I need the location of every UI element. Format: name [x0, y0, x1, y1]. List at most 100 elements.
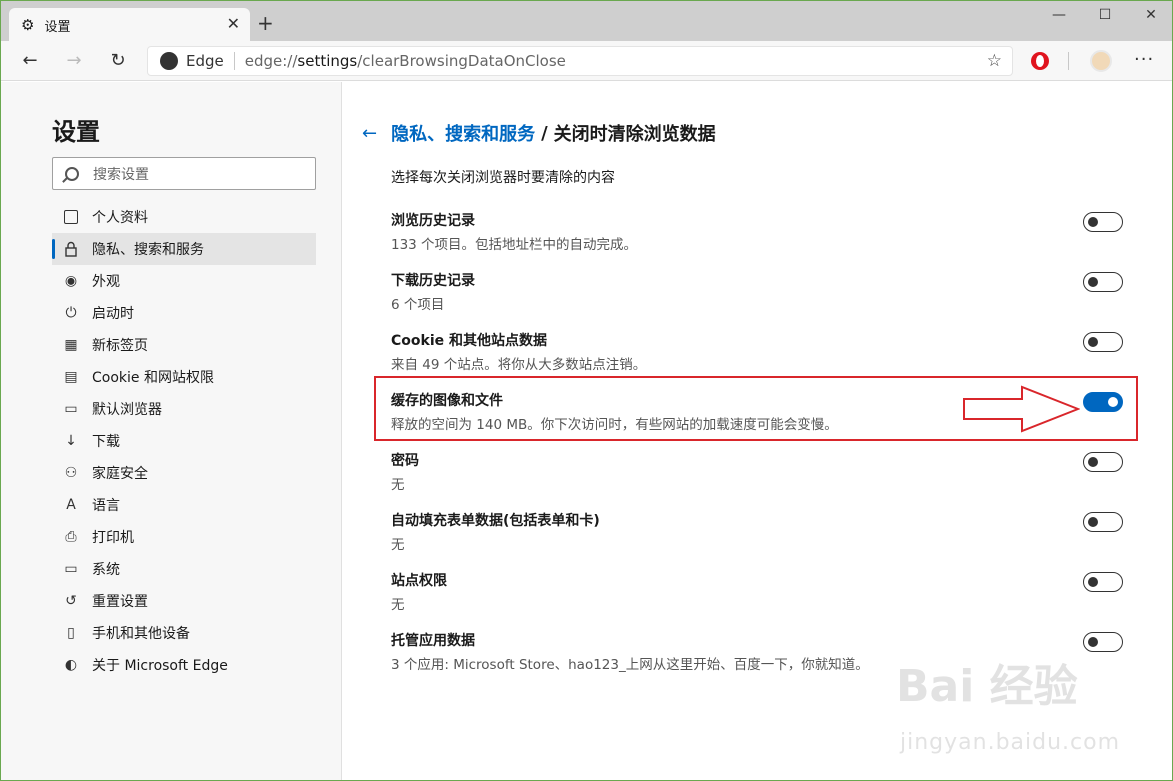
row-title: Cookie 和其他站点数据: [391, 333, 547, 349]
search-placeholder: 搜索设置: [93, 166, 149, 183]
toggle-switch[interactable]: [1083, 212, 1123, 232]
row-title: 密码: [391, 453, 419, 469]
close-window-button[interactable]: ✕: [1136, 7, 1166, 23]
system-icon: ▭: [64, 561, 78, 577]
row-subtitle: 133 个项目。包括地址栏中的自动完成。: [391, 237, 638, 253]
sidebar-item-label: 重置设置: [92, 594, 148, 610]
sidebar-item-label: 语言: [92, 498, 120, 514]
sidebar-item-label: 手机和其他设备: [92, 626, 190, 642]
address-bar[interactable]: Edge edge:// settings /clearBrowsingData…: [147, 46, 1013, 76]
phone-icon: ▯: [67, 625, 75, 641]
sidebar-item-about[interactable]: ◐ 关于 Microsoft Edge: [52, 649, 316, 681]
sidebar-item-label: 新标签页: [92, 338, 148, 354]
search-icon: [65, 166, 79, 181]
row-subtitle: 无: [391, 537, 405, 553]
new-tab-button[interactable]: +: [257, 13, 274, 33]
row-subtitle: 6 个项目: [391, 297, 445, 313]
maximize-button[interactable]: ☐: [1090, 7, 1120, 23]
sidebar-item-family[interactable]: ⚇ 家庭安全: [52, 457, 316, 489]
row-title: 站点权限: [391, 573, 447, 589]
tab-title: 设置: [44, 19, 71, 35]
setting-row-cookies: Cookie 和其他站点数据 来自 49 个站点。将你从大多数站点注销。: [391, 320, 1131, 380]
setting-row-autofill: 自动填充表单数据(包括表单和卡) 无: [391, 500, 1131, 560]
opera-extension-icon[interactable]: [1031, 52, 1049, 70]
row-title: 托管应用数据: [391, 633, 475, 649]
setting-row-browsing-history: 浏览历史记录 133 个项目。包括地址栏中的自动完成。: [391, 200, 1131, 260]
refresh-button[interactable]: ↻: [106, 51, 130, 71]
sidebar-item-label: 个人资料: [92, 210, 148, 226]
newtab-icon: ▦: [64, 337, 78, 353]
power-icon: ⏻: [65, 305, 77, 321]
toggle-switch[interactable]: [1083, 512, 1123, 532]
setting-row-site-permissions: 站点权限 无: [391, 560, 1131, 620]
lock-icon: [63, 241, 79, 257]
sidebar-item-downloads[interactable]: ↓ 下载: [52, 425, 316, 457]
toggle-switch[interactable]: [1083, 452, 1123, 472]
edge-icon: ◐: [64, 657, 78, 673]
back-arrow-icon[interactable]: ←: [362, 123, 377, 144]
url-path: /clearBrowsingDataOnClose: [357, 52, 566, 70]
row-title: 自动填充表单数据(包括表单和卡): [391, 513, 600, 529]
sidebar-item-label: 默认浏览器: [92, 402, 162, 418]
sidebar-item-profile[interactable]: 个人资料: [52, 201, 316, 233]
site-permissions-icon: ▤: [64, 369, 78, 385]
tab-settings[interactable]: ⚙ 设置 ✕: [9, 8, 250, 42]
row-subtitle: 来自 49 个站点。将你从大多数站点注销。: [391, 357, 647, 373]
annotation-arrow-icon: [963, 385, 1080, 433]
profile-icon: [63, 209, 79, 225]
tab-close-icon[interactable]: ✕: [227, 16, 240, 32]
sidebar-item-languages[interactable]: A 语言: [52, 489, 316, 521]
row-subtitle: 无: [391, 477, 405, 493]
back-button[interactable]: ←: [18, 51, 42, 71]
sidebar-item-reset[interactable]: ↺ 重置设置: [52, 585, 316, 617]
sidebar-item-privacy[interactable]: 隐私、搜索和服务: [52, 233, 316, 265]
sidebar-item-label: 系统: [92, 562, 120, 578]
sidebar-item-appearance[interactable]: ◉ 外观: [52, 265, 316, 297]
sidebar-item-label: 打印机: [92, 530, 134, 546]
search-input[interactable]: 搜索设置: [52, 157, 316, 190]
row-subtitle: 3 个应用: Microsoft Store、hao123_上网从这里开始、百度…: [391, 657, 869, 673]
sidebar-item-label: 下载: [92, 434, 120, 450]
sidebar-item-label: 启动时: [92, 306, 134, 322]
url-scheme: edge://: [244, 52, 298, 70]
site-brand: Edge: [186, 52, 224, 70]
toolbar-divider: [1068, 52, 1069, 70]
sidebar-item-startup[interactable]: ⏻ 启动时: [52, 297, 316, 329]
toggle-switch[interactable]: [1083, 332, 1123, 352]
tab-bar: ⚙ 设置 ✕ + — ☐ ✕: [1, 1, 1172, 42]
setting-row-passwords: 密码 无: [391, 440, 1131, 500]
gear-icon: ⚙: [21, 16, 35, 34]
row-subtitle: 无: [391, 597, 405, 613]
baidu-watermark: Bai 经验: [896, 661, 1078, 712]
family-icon: ⚇: [64, 465, 78, 481]
breadcrumb-current: 关闭时清除浏览数据: [553, 124, 716, 145]
sidebar-item-newtab[interactable]: ▦ 新标签页: [52, 329, 316, 361]
minimize-button[interactable]: —: [1044, 7, 1074, 23]
forward-button[interactable]: →: [62, 51, 86, 71]
sidebar-item-phone[interactable]: ▯ 手机和其他设备: [52, 617, 316, 649]
address-toolbar: ← → ↻ Edge edge:// settings /clearBrowsi…: [1, 41, 1172, 81]
sidebar-item-label: 关于 Microsoft Edge: [92, 658, 228, 674]
setting-row-download-history: 下载历史记录 6 个项目: [391, 260, 1131, 320]
sidebar-item-printers[interactable]: ⎙ 打印机: [52, 521, 316, 553]
toggle-switch[interactable]: [1083, 572, 1123, 592]
favorite-star-icon[interactable]: ☆: [987, 51, 1002, 71]
sidebar-item-system[interactable]: ▭ 系统: [52, 553, 316, 585]
toggle-switch[interactable]: [1083, 632, 1123, 652]
breadcrumb-parent-link[interactable]: 隐私、搜索和服务: [391, 120, 535, 146]
more-menu-button[interactable]: ···: [1134, 49, 1154, 70]
palette-icon: ◉: [64, 273, 78, 289]
sidebar-item-label: 家庭安全: [92, 466, 148, 482]
printer-icon: ⎙: [65, 529, 77, 545]
toggle-switch[interactable]: [1083, 272, 1123, 292]
default-browser-icon: ▭: [64, 401, 78, 417]
sidebar-item-label: 隐私、搜索和服务: [92, 242, 204, 258]
profile-avatar[interactable]: [1090, 50, 1112, 72]
sidebar-title: 设置: [52, 118, 100, 146]
sidebar-item-default-browser[interactable]: ▭ 默认浏览器: [52, 393, 316, 425]
url-host: settings: [297, 52, 358, 70]
page-title: ← 隐私、搜索和服务 / 关闭时清除浏览数据: [362, 120, 716, 146]
edge-logo-icon: [160, 52, 178, 70]
sidebar-item-cookies[interactable]: ▤ Cookie 和网站权限: [52, 361, 316, 393]
settings-sidebar: 设置 搜索设置 个人资料 隐私、搜索和服务 ◉ 外观 ⏻ 启动时 ▦ 新标签页 …: [1, 82, 342, 780]
